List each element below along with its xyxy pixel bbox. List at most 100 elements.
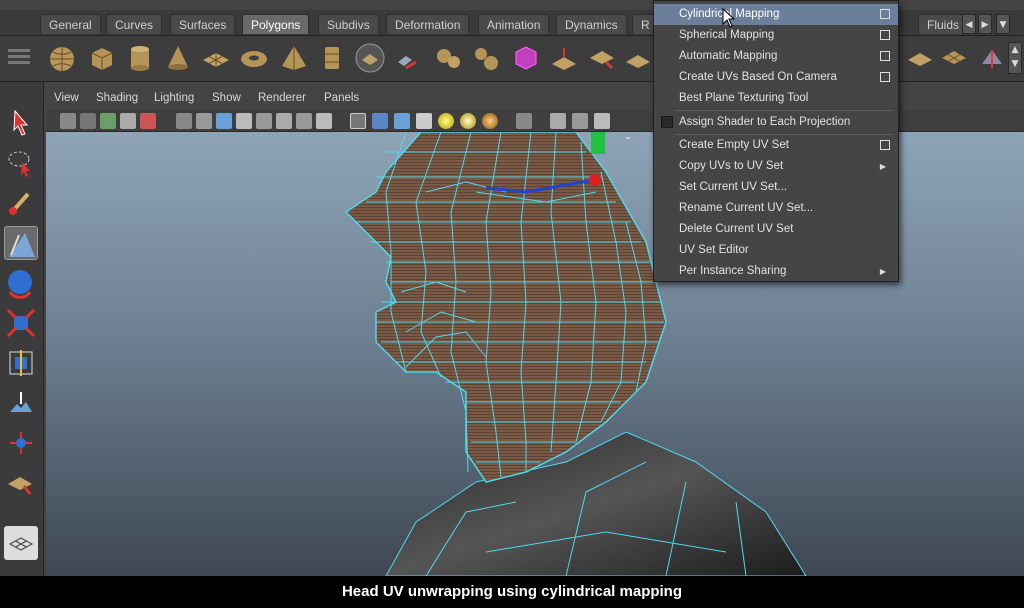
menu-item-set-current-uv-set[interactable]: Set Current UV Set... <box>654 177 898 198</box>
poly-torus-icon[interactable] <box>238 42 270 74</box>
soft-mod-tool-icon[interactable] <box>4 386 38 420</box>
poly-cone-icon[interactable] <box>162 42 194 74</box>
field-chart-icon[interactable] <box>256 113 272 129</box>
tab-scroll-left-icon[interactable]: ◀ <box>962 14 976 34</box>
gate-mask-icon[interactable] <box>236 113 252 129</box>
smooth-icon[interactable] <box>470 42 502 74</box>
menu-item-assign-shader[interactable]: Assign Shader to Each Projection <box>654 112 898 133</box>
grease-pencil-icon[interactable] <box>140 113 156 129</box>
menu-item-label: Automatic Mapping <box>679 50 778 62</box>
shelf-tab-curves[interactable]: Curves <box>106 14 163 34</box>
uv-transform-icon[interactable] <box>976 42 1008 74</box>
shelf-tab-animation[interactable]: Animation <box>478 14 550 34</box>
panel-menu-lighting[interactable]: Lighting <box>154 92 194 104</box>
poly-sphere-icon[interactable] <box>46 42 78 74</box>
bookmark-icon[interactable] <box>80 113 96 129</box>
option-box-icon[interactable] <box>880 51 890 61</box>
menu-item-automatic-mapping[interactable]: Automatic Mapping <box>654 46 898 67</box>
menu-item-rename-uv-set[interactable]: Rename Current UV Set... <box>654 198 898 219</box>
isolate-select-icon[interactable] <box>516 113 532 129</box>
tab-scroll-right-icon[interactable]: ▶ <box>978 14 992 34</box>
panel-menu-shading[interactable]: Shading <box>96 92 138 104</box>
image-plane-icon[interactable] <box>100 113 116 129</box>
shelf-tab-dynamics[interactable]: Dynamics <box>556 14 627 34</box>
two-d-pan-icon[interactable] <box>120 113 136 129</box>
xray-icon[interactable] <box>394 113 410 129</box>
panel-menu-panels[interactable]: Panels <box>324 92 359 104</box>
poly-cube-icon[interactable] <box>86 42 118 74</box>
menu-item-label: Create Empty UV Set <box>679 139 789 151</box>
menu-item-label: Per Instance Sharing <box>679 265 787 277</box>
panel-menu-view[interactable]: View <box>54 92 79 104</box>
high-quality-icon[interactable] <box>482 113 498 129</box>
append-icon[interactable] <box>622 42 654 74</box>
resolution-gate-icon[interactable] <box>216 113 232 129</box>
menu-item-label: Set Current UV Set... <box>679 181 788 193</box>
menu-item-spherical-mapping[interactable]: Spherical Mapping <box>654 25 898 46</box>
lasso-tool-icon[interactable] <box>4 146 38 180</box>
bridge-icon[interactable] <box>586 42 618 74</box>
wireframe-on-shaded-icon[interactable] <box>372 113 388 129</box>
extrude-icon[interactable] <box>548 42 580 74</box>
menu-item-per-instance-sharing[interactable]: Per Instance Sharing ▶ <box>654 261 898 282</box>
poly-prism-icon[interactable] <box>316 42 348 74</box>
submenu-arrow-icon: ▶ <box>879 162 886 171</box>
option-box-icon[interactable] <box>880 9 890 19</box>
safe-title-icon[interactable] <box>296 113 312 129</box>
bounding-box-icon[interactable] <box>510 42 542 74</box>
last-tool-icon[interactable] <box>4 466 38 500</box>
menu-item-label: Assign Shader to Each Projection <box>679 116 851 128</box>
uv-grid-icon[interactable] <box>938 42 970 74</box>
use-all-lights-icon[interactable] <box>438 113 454 129</box>
panel-menu-renderer[interactable]: Renderer <box>258 92 306 104</box>
menu-item-copy-uvs[interactable]: Copy UVs to UV Set ▶ <box>654 156 898 177</box>
menu-item-best-plane-texturing[interactable]: Best Plane Texturing Tool <box>654 88 898 109</box>
shadows-icon[interactable] <box>460 113 476 129</box>
extract-icon[interactable] <box>432 42 464 74</box>
menu-item-cylindrical-mapping[interactable]: Cylindrical Mapping <box>654 4 898 25</box>
separate-icon[interactable] <box>392 42 424 74</box>
poly-plane-icon[interactable] <box>200 42 232 74</box>
combine-icon[interactable] <box>354 42 386 74</box>
shelf-tab-general[interactable]: General <box>40 14 101 34</box>
menu-item-create-uvs-camera[interactable]: Create UVs Based On Camera <box>654 67 898 88</box>
rotate-tool-icon[interactable] <box>4 306 38 340</box>
uv-planar-icon[interactable] <box>904 42 936 74</box>
xray-joints-icon[interactable] <box>550 113 566 129</box>
panel-menu-show[interactable]: Show <box>212 92 241 104</box>
shelf-tab-subdivs[interactable]: Subdivs <box>318 14 379 34</box>
show-manipulator-tool-icon[interactable] <box>4 226 38 260</box>
menu-item-label: UV Set Editor <box>679 244 749 256</box>
checkbox-icon[interactable] <box>661 116 673 128</box>
textured-icon[interactable] <box>416 113 432 129</box>
option-box-icon[interactable] <box>880 30 890 40</box>
smooth-shade-icon[interactable] <box>350 113 366 129</box>
shelf-tab-polygons[interactable]: Polygons <box>242 14 310 34</box>
xray-active-icon[interactable] <box>572 113 588 129</box>
single-perspective-layout-icon[interactable] <box>4 526 38 560</box>
shelf-menu-icon[interactable]: ▼ <box>996 14 1010 34</box>
shelf-tab-surfaces[interactable]: Surfaces <box>170 14 236 34</box>
menu-item-create-empty-uv-set[interactable]: Create Empty UV Set <box>654 135 898 156</box>
shelf-tab-fluids[interactable]: Fluids <box>918 14 969 34</box>
camera-attributes-icon[interactable] <box>60 113 76 129</box>
scale-tool-icon[interactable] <box>4 346 38 380</box>
poly-cylinder-icon[interactable] <box>124 42 156 74</box>
shelf-scroll-icon[interactable]: ▲ ▼ <box>1008 42 1022 74</box>
paint-select-tool-icon[interactable] <box>4 186 38 220</box>
option-box-icon[interactable] <box>880 72 890 82</box>
snap-tool-icon[interactable] <box>4 426 38 460</box>
grid-toggle-icon[interactable] <box>176 113 192 129</box>
menu-item-label: Delete Current UV Set <box>679 223 794 235</box>
select-tool-icon[interactable] <box>4 106 38 140</box>
move-tool-icon[interactable] <box>4 266 38 300</box>
menu-item-delete-uv-set[interactable]: Delete Current UV Set <box>654 219 898 240</box>
option-box-icon[interactable] <box>880 140 890 150</box>
shelf-tab-deformation[interactable]: Deformation <box>386 14 470 34</box>
wireframe-icon[interactable] <box>316 113 332 129</box>
menu-item-uv-set-editor[interactable]: UV Set Editor <box>654 240 898 261</box>
safe-action-icon[interactable] <box>276 113 292 129</box>
poly-pyramid-icon[interactable] <box>278 42 310 74</box>
film-gate-icon[interactable] <box>196 113 212 129</box>
share-icon[interactable] <box>594 113 610 129</box>
